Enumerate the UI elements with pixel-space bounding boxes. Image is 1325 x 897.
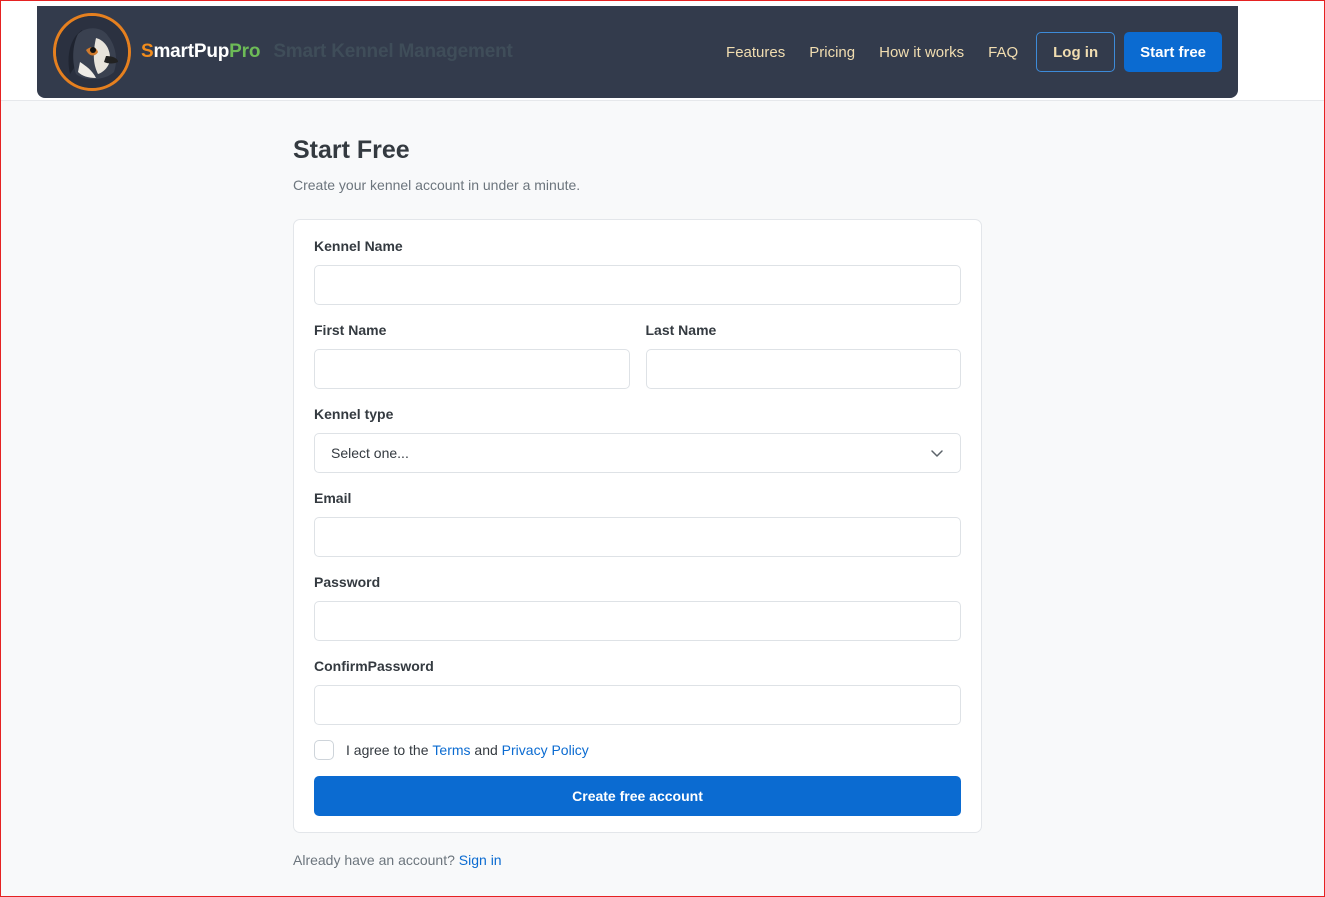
agree-prefix: I agree to the [346,742,429,758]
signin-prompt: Already have an account? Sign in [293,852,982,868]
nav-link-faq[interactable]: FAQ [988,44,1018,61]
create-account-button[interactable]: Create free account [314,776,961,816]
email-group: Email [314,490,961,557]
brand-name-part2: martPup [153,41,230,62]
last-name-input[interactable] [645,349,961,389]
confirm-password-group: ConfirmPassword [314,658,961,725]
kennel-type-selected: Select one... [331,445,409,461]
signup-main: Start Free Create your kennel account in… [293,136,982,868]
signin-link[interactable]: Sign in [459,852,502,868]
signup-form-card: Kennel Name First Name Last Name Kennel … [293,219,982,833]
kennel-name-group: Kennel Name [314,238,961,305]
email-input[interactable] [314,517,961,557]
name-row: First Name Last Name [314,322,961,406]
nav-link-how-it-works[interactable]: How it works [879,44,964,61]
last-name-label: Last Name [645,322,717,338]
privacy-policy-link[interactable]: Privacy Policy [502,742,589,758]
nav-link-pricing[interactable]: Pricing [809,44,855,61]
page-title: Start Free [293,136,410,164]
kennel-name-label: Kennel Name [314,238,403,254]
login-button[interactable]: Log in [1036,32,1116,72]
agree-and: and [474,742,498,758]
agree-row: I agree to the Terms and Privacy Policy [314,740,961,760]
confirm-password-label: ConfirmPassword [314,658,434,674]
password-group: Password [314,574,961,641]
navbar: SmartPupPro Smart Kennel Management Feat… [37,6,1238,98]
dog-logo-icon[interactable] [53,13,131,91]
brand-name-part1: S [141,41,154,62]
brand-name-part3: Pro [229,41,261,62]
first-name-group: First Name [314,322,630,389]
kennel-name-input[interactable] [314,265,961,305]
email-label: Email [314,490,352,506]
page-subtitle: Create your kennel account in under a mi… [293,177,581,193]
first-name-label: First Name [314,322,387,338]
password-input[interactable] [314,601,961,641]
first-name-input[interactable] [314,349,630,389]
brand-name[interactable]: SmartPupPro Smart Kennel Management [141,41,513,63]
kennel-type-select[interactable]: Select one... [314,433,961,473]
agree-checkbox[interactable] [314,740,334,760]
terms-link[interactable]: Terms [432,742,470,758]
signin-prompt-text: Already have an account? [293,852,455,868]
chevron-down-icon [931,450,943,457]
last-name-group: Last Name [645,322,961,389]
brand-tagline: Smart Kennel Management [273,41,513,62]
confirm-password-input[interactable] [314,685,961,725]
nav-links: Features Pricing How it works FAQ Log in… [726,32,1222,72]
start-free-button[interactable]: Start free [1124,32,1222,72]
nav-link-features[interactable]: Features [726,44,785,61]
password-label: Password [314,574,381,590]
kennel-type-label: Kennel type [314,406,394,422]
kennel-type-group: Kennel type Select one... [314,406,961,473]
